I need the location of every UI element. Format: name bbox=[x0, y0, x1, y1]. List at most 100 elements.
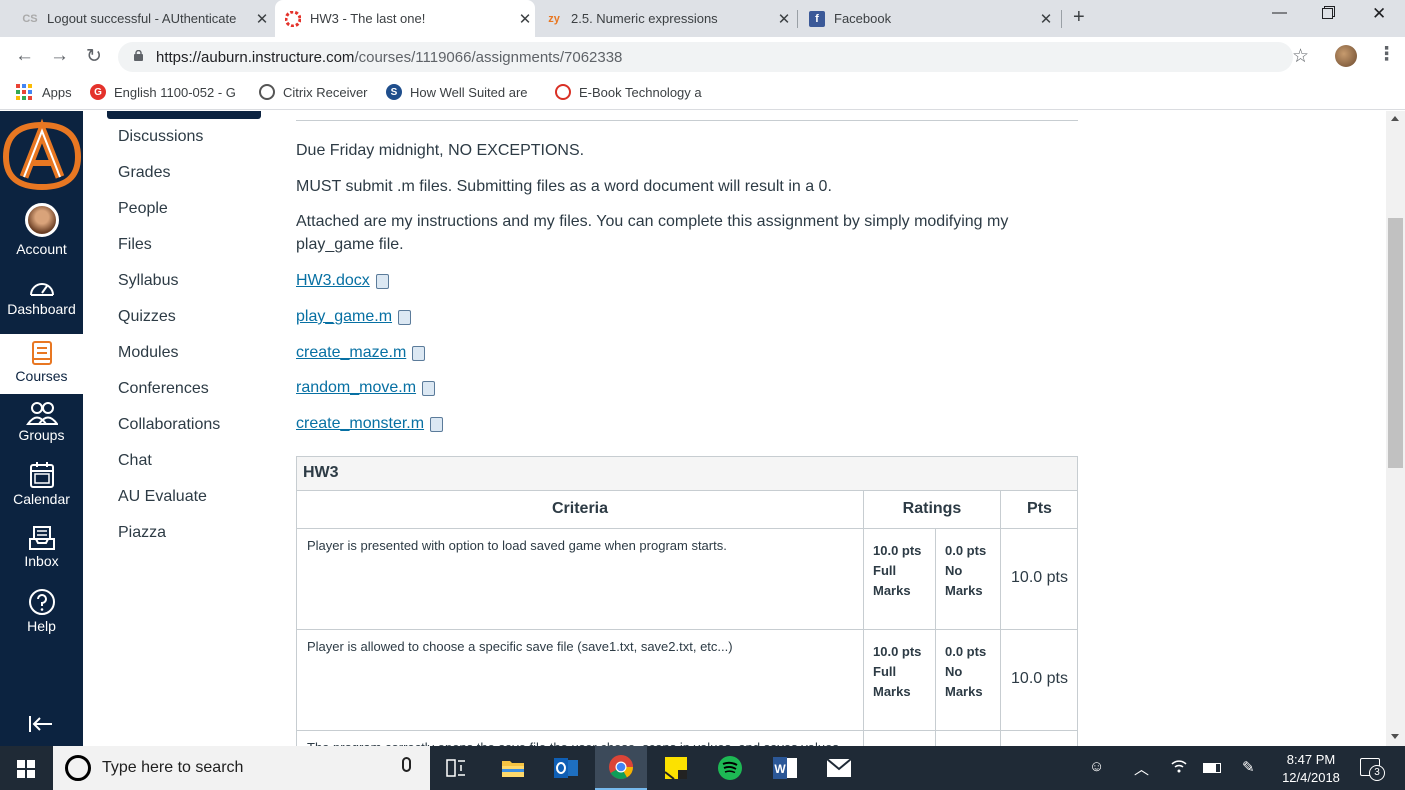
nav-inbox[interactable]: Inbox bbox=[0, 525, 83, 569]
course-nav-chat[interactable]: Chat bbox=[118, 452, 152, 470]
task-view-icon[interactable] bbox=[430, 746, 482, 790]
nav-calendar[interactable]: Calendar bbox=[0, 461, 83, 507]
tab-logout[interactable]: CS Logout successful - AUthenticate ✕ bbox=[14, 0, 272, 37]
inbox-icon bbox=[28, 526, 55, 550]
scrollbar-thumb[interactable] bbox=[1388, 218, 1403, 468]
file-link-text[interactable]: create_monster.m bbox=[296, 415, 424, 433]
preview-icon[interactable] bbox=[412, 345, 426, 361]
show-hidden-icons[interactable]: ︿ bbox=[1134, 758, 1149, 779]
preview-icon[interactable] bbox=[430, 416, 444, 432]
sticky-notes-icon[interactable] bbox=[650, 746, 702, 790]
nav-groups[interactable]: Groups bbox=[0, 401, 83, 443]
page-scrollbar[interactable] bbox=[1386, 111, 1405, 746]
back-icon[interactable]: ← bbox=[15, 45, 34, 67]
tab-title: 2.5. Numeric expressions bbox=[571, 11, 718, 26]
tab-hw3[interactable]: HW3 - The last one! ✕ bbox=[275, 0, 535, 37]
close-tab-icon[interactable]: ✕ bbox=[1036, 10, 1056, 28]
file-explorer-icon[interactable] bbox=[487, 746, 539, 790]
clock[interactable]: 8:47 PM 12/4/2018 bbox=[1276, 751, 1346, 787]
file-link-play-game[interactable]: play_game.m bbox=[296, 308, 412, 326]
people-icon[interactable]: ☺ bbox=[1089, 758, 1104, 775]
close-tab-icon[interactable]: ✕ bbox=[774, 10, 794, 28]
file-link-text[interactable]: HW3.docx bbox=[296, 272, 370, 290]
close-tab-icon[interactable]: ✕ bbox=[515, 10, 535, 28]
address-bar[interactable]: https://auburn.instructure.com/courses/1… bbox=[118, 42, 1293, 72]
bookmark-star-icon[interactable]: ☆ bbox=[1292, 45, 1309, 68]
file-link-text[interactable]: create_maze.m bbox=[296, 344, 406, 362]
course-nav-grades[interactable]: Grades bbox=[118, 164, 170, 182]
course-nav-people[interactable]: People bbox=[118, 200, 168, 218]
bookmark-ebook[interactable]: E-Book Technology a bbox=[555, 84, 702, 100]
file-link-text[interactable]: play_game.m bbox=[296, 308, 392, 326]
bookmark-label: Citrix Receiver bbox=[283, 84, 368, 100]
close-window-icon[interactable]: ✕ bbox=[1372, 4, 1386, 24]
new-tab-icon[interactable]: + bbox=[1073, 6, 1085, 29]
file-link-create-maze[interactable]: create_maze.m bbox=[296, 344, 426, 362]
course-nav-modules[interactable]: Modules bbox=[118, 344, 178, 362]
course-nav-files[interactable]: Files bbox=[118, 236, 152, 254]
nav-account[interactable]: Account bbox=[0, 203, 83, 257]
profile-avatar[interactable] bbox=[1335, 45, 1357, 67]
restore-icon[interactable] bbox=[1322, 8, 1333, 19]
microphone-icon[interactable] bbox=[402, 757, 411, 772]
reload-icon[interactable]: ↻ bbox=[86, 45, 102, 68]
bookmark-label: How Well Suited are bbox=[410, 84, 528, 100]
file-link-text[interactable]: random_move.m bbox=[296, 379, 416, 397]
course-nav-au-evaluate[interactable]: AU Evaluate bbox=[118, 488, 207, 506]
auburn-logo[interactable] bbox=[2, 117, 82, 191]
rating-label: Marks bbox=[873, 583, 911, 598]
facebook-icon: f bbox=[809, 10, 825, 27]
zy-icon: zy bbox=[548, 12, 560, 25]
preview-icon[interactable] bbox=[398, 309, 412, 325]
nav-help[interactable]: Help bbox=[0, 588, 83, 634]
scroll-down-icon[interactable] bbox=[1391, 734, 1399, 739]
bookmark-how-well[interactable]: S How Well Suited are bbox=[386, 84, 528, 100]
word-icon[interactable]: W bbox=[759, 746, 811, 790]
tab-zybooks[interactable]: zy 2.5. Numeric expressions ✕ bbox=[538, 0, 794, 37]
courses-icon bbox=[31, 341, 52, 365]
course-nav-syllabus[interactable]: Syllabus bbox=[118, 272, 178, 290]
rating-full bbox=[864, 731, 936, 746]
nav-dashboard[interactable]: Dashboard bbox=[0, 277, 83, 317]
apps-grid-icon bbox=[16, 84, 32, 100]
course-nav: Discussions Grades People Files Syllabus… bbox=[83, 111, 283, 746]
description-paragraph: MUST submit .m files. Submitting files a… bbox=[296, 178, 832, 195]
bookmark-english[interactable]: G English 1100-052 - G bbox=[90, 84, 236, 100]
preview-icon[interactable] bbox=[422, 380, 436, 396]
minimize-icon[interactable]: — bbox=[1272, 4, 1287, 21]
bookmark-apps[interactable]: Apps bbox=[16, 84, 72, 100]
preview-icon[interactable] bbox=[375, 273, 389, 289]
file-link-create-monster[interactable]: create_monster.m bbox=[296, 415, 444, 433]
bookmark-label: Apps bbox=[42, 84, 72, 100]
outlook-icon[interactable] bbox=[540, 746, 592, 790]
start-button[interactable] bbox=[17, 760, 35, 783]
wifi-icon[interactable] bbox=[1170, 758, 1188, 778]
bookmark-citrix[interactable]: Citrix Receiver bbox=[259, 84, 368, 100]
tab-facebook[interactable]: f Facebook ✕ bbox=[800, 0, 1056, 37]
course-nav-conferences[interactable]: Conferences bbox=[118, 380, 209, 398]
description-paragraph: Attached are my instructions and my file… bbox=[296, 213, 1009, 253]
file-link-hw3-docx[interactable]: HW3.docx bbox=[296, 272, 389, 290]
pen-icon[interactable]: ✎ bbox=[1242, 758, 1255, 776]
file-link-random-move[interactable]: random_move.m bbox=[296, 379, 436, 397]
close-tab-icon[interactable]: ✕ bbox=[252, 10, 272, 28]
scroll-up-icon[interactable] bbox=[1391, 116, 1399, 121]
nav-courses[interactable]: Courses bbox=[0, 334, 83, 394]
url-domain: https://auburn.instructure.com bbox=[156, 49, 355, 66]
course-nav-piazza[interactable]: Piazza bbox=[118, 524, 166, 542]
course-nav-collaborations[interactable]: Collaborations bbox=[118, 416, 220, 434]
battery-icon[interactable] bbox=[1203, 763, 1221, 773]
course-nav-discussions[interactable]: Discussions bbox=[118, 128, 203, 146]
menu-icon[interactable]: ⋮ bbox=[1377, 43, 1396, 66]
rubric-title: HW3 bbox=[297, 457, 1077, 491]
chrome-icon[interactable] bbox=[595, 746, 647, 790]
collapse-nav-icon[interactable] bbox=[28, 715, 54, 738]
spotify-icon[interactable] bbox=[704, 746, 756, 790]
taskbar-search[interactable]: Type here to search bbox=[53, 746, 430, 790]
mail-icon[interactable] bbox=[813, 746, 865, 790]
tab-separator bbox=[1061, 10, 1062, 28]
action-center-icon[interactable]: 3 bbox=[1360, 758, 1385, 781]
criterion-text: Player is presented with option to load … bbox=[297, 529, 864, 629]
forward-icon[interactable]: → bbox=[50, 45, 69, 67]
course-nav-quizzes[interactable]: Quizzes bbox=[118, 308, 176, 326]
